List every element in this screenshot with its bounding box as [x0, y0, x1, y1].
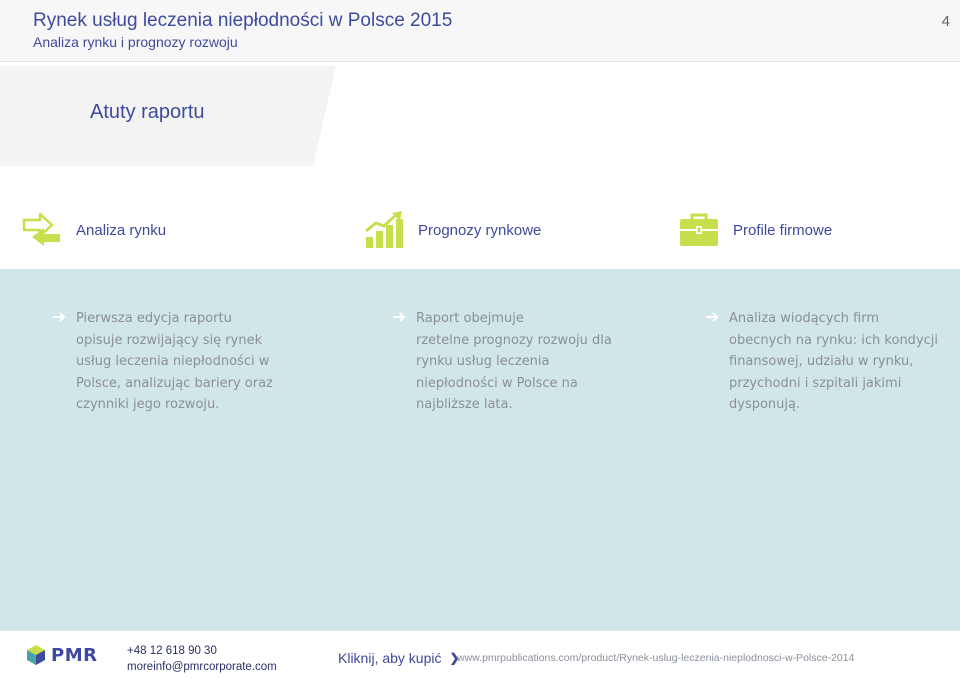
buy-link[interactable]: Kliknij, aby kupić ❯ — [338, 650, 460, 666]
email-address[interactable]: moreinfo@pmrcorporate.com — [127, 659, 277, 675]
arrow-right-icon — [706, 312, 719, 322]
feature-label: Prognozy rynkowe — [418, 221, 542, 239]
page-header: Rynek usług leczenia niepłodności w Pols… — [0, 0, 960, 62]
column-text: Pierwsza edycja raportu opisuje rozwijaj… — [76, 311, 273, 412]
briefcase-icon — [680, 213, 718, 246]
product-url[interactable]: www.pmrpublications.com/product/Rynek-us… — [457, 652, 854, 664]
page-number: 4 — [941, 13, 950, 30]
cube-logo-icon — [27, 645, 45, 665]
content-panel: Pierwsza edycja raportu opisuje rozwijaj… — [0, 269, 960, 630]
column-1: Pierwsza edycja raportu opisuje rozwijaj… — [53, 308, 273, 416]
column-text: Raport obejmuje rzetelne prognozy rozwoj… — [416, 311, 612, 412]
arrows-exchange-icon — [22, 212, 60, 246]
feature-company-profiles: Profile firmowe — [679, 210, 832, 250]
section-title: Atuty raportu — [90, 101, 205, 123]
document-title: Rynek usług leczenia niepłodności w Pols… — [33, 10, 453, 31]
feature-label: Analiza rynku — [76, 221, 167, 239]
column-3: Analiza wiodących firm obecnych na rynku… — [706, 308, 939, 416]
growth-chart-icon — [365, 211, 403, 248]
logo-text: PMR — [51, 644, 98, 666]
phone-number: +48 12 618 90 30 — [127, 645, 217, 657]
feature-market-analysis: Analiza rynku — [22, 210, 166, 250]
document-subtitle: Analiza rynku i prognozy rozwoju — [33, 34, 238, 50]
feature-market-forecasts: Prognozy rynkowe — [364, 210, 541, 250]
column-text: Analiza wiodących firm obecnych na rynku… — [729, 311, 939, 412]
arrow-right-icon — [53, 312, 66, 322]
arrow-right-icon — [393, 312, 406, 322]
column-2: Raport obejmuje rzetelne prognozy rozwoj… — [393, 308, 612, 416]
buy-link-label[interactable]: Kliknij, aby kupić — [338, 650, 442, 666]
feature-label: Profile firmowe — [733, 221, 833, 239]
page-footer: PMR +48 12 618 90 30 moreinfo@pmrcorpora… — [0, 630, 960, 679]
contact-info: +48 12 618 90 30 moreinfo@pmrcorporate.c… — [127, 643, 277, 675]
pmr-logo: PMR — [26, 644, 97, 666]
